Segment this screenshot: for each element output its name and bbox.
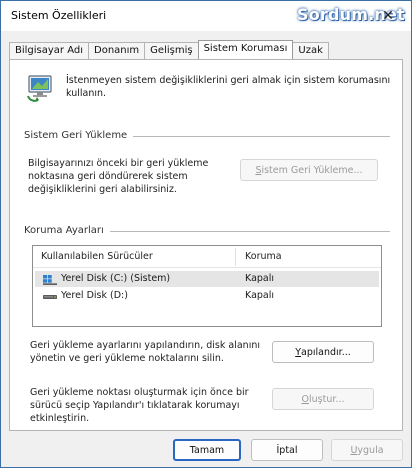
- column-header-protection[interactable]: Koruma: [245, 251, 282, 262]
- column-header-drives[interactable]: Kullanılabilen Sürücüler: [41, 251, 153, 262]
- restore-description: Bilgisayarınızı önceki bir geri yükleme …: [28, 158, 209, 195]
- protection-section-title: Koruma Ayarları: [24, 225, 110, 236]
- drive-status-d: Kapalı: [245, 290, 275, 301]
- window-title: Sistem Özellikleri: [11, 9, 107, 22]
- drive-list-header: Kullanılabilen Sürücüler Koruma: [33, 246, 381, 268]
- title-bar[interactable]: Sistem Özellikleri Sordum.net ✕: [1, 1, 411, 31]
- configure-description: Geri yükleme ayarlarını yapılandırın, di…: [30, 340, 260, 364]
- create-label: luştur...: [309, 393, 345, 405]
- drive-name-d: Yerel Disk (D:): [61, 290, 128, 301]
- apply-label: ygula: [357, 444, 384, 456]
- restore-section-title: Sistem Geri Yükleme: [24, 130, 134, 141]
- drive-name-c: Yerel Disk (C:) (Sistem): [61, 273, 171, 284]
- tab-system-protection[interactable]: Sistem Koruması: [197, 40, 294, 59]
- system-restore-label: istem Geri Yükleme...: [261, 164, 363, 176]
- tab-computer-name[interactable]: Bilgisayar Adı: [9, 42, 90, 59]
- tab-hardware[interactable]: Donanım: [88, 42, 146, 59]
- column-separator: [235, 248, 236, 266]
- drive-row-c[interactable]: Yerel Disk (C:) (Sistem) Kapalı: [35, 271, 379, 287]
- tab-strip: Bilgisayar Adı Donanım Gelişmiş Sistem K…: [9, 40, 329, 59]
- tab-remote[interactable]: Uzak: [292, 42, 329, 59]
- create-description: Geri yükleme noktası oluşturmak için önc…: [30, 387, 249, 424]
- system-properties-window: Sistem Özellikleri Sordum.net ✕ Bilgisay…: [0, 0, 412, 468]
- create-mnemonic: O: [301, 393, 310, 405]
- configure-label: apılandır...: [301, 346, 351, 358]
- drive-row-d[interactable]: Yerel Disk (D:) Kapalı: [35, 288, 379, 304]
- configure-button[interactable]: Yapılandır...: [272, 341, 374, 363]
- ok-button[interactable]: Tamam: [173, 439, 241, 461]
- close-button[interactable]: ✕: [377, 7, 399, 25]
- system-protection-icon: [27, 75, 52, 102]
- create-restore-point-button[interactable]: Oluştur...: [272, 388, 374, 410]
- windows-drive-icon: [43, 275, 57, 285]
- apply-button[interactable]: Uygula: [331, 439, 403, 461]
- system-restore-button[interactable]: Sistem Geri Yükleme...: [240, 159, 378, 181]
- drive-list[interactable]: Kullanılabilen Sürücüler Koruma Yerel Di…: [32, 245, 382, 327]
- drive-status-c: Kapalı: [245, 273, 275, 284]
- cancel-button[interactable]: İptal: [251, 439, 323, 461]
- tab-advanced[interactable]: Gelişmiş: [144, 42, 199, 59]
- apply-mnemonic: U: [350, 444, 358, 456]
- hard-drive-icon: [43, 295, 57, 299]
- intro-text: İstenmeyen sistem değişikliklerini geri …: [66, 75, 391, 99]
- system-protection-panel: İstenmeyen sistem değişikliklerini geri …: [9, 59, 403, 431]
